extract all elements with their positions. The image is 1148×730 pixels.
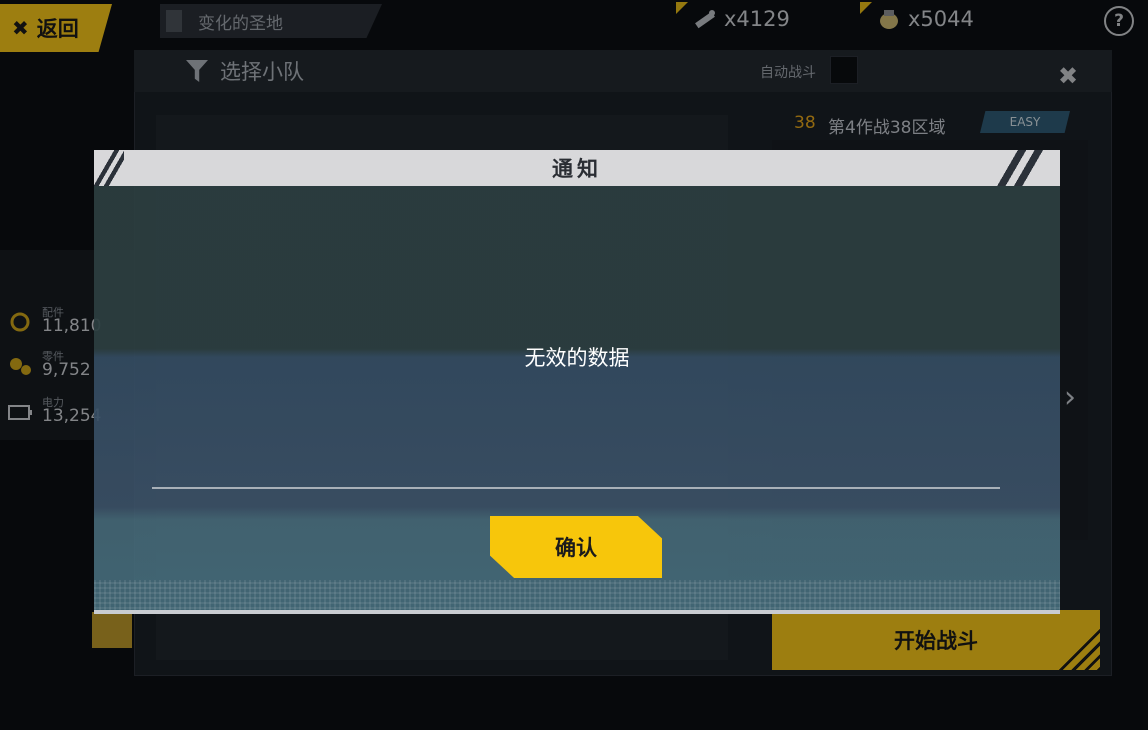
header-stripe-decoration <box>976 150 1060 186</box>
confirm-label: 确认 <box>555 536 597 560</box>
dialog-header: 通知 <box>94 150 1060 186</box>
dialog-divider <box>152 487 1000 489</box>
header-stripe-decoration <box>94 150 124 186</box>
dialog-message: 无效的数据 <box>524 346 630 370</box>
notification-dialog: 通知 无效的数据 确认 <box>94 150 1060 614</box>
confirm-button[interactable]: 确认 <box>490 516 662 578</box>
dialog-title: 通知 <box>552 157 602 181</box>
dialog-bottom-border <box>94 610 1060 614</box>
